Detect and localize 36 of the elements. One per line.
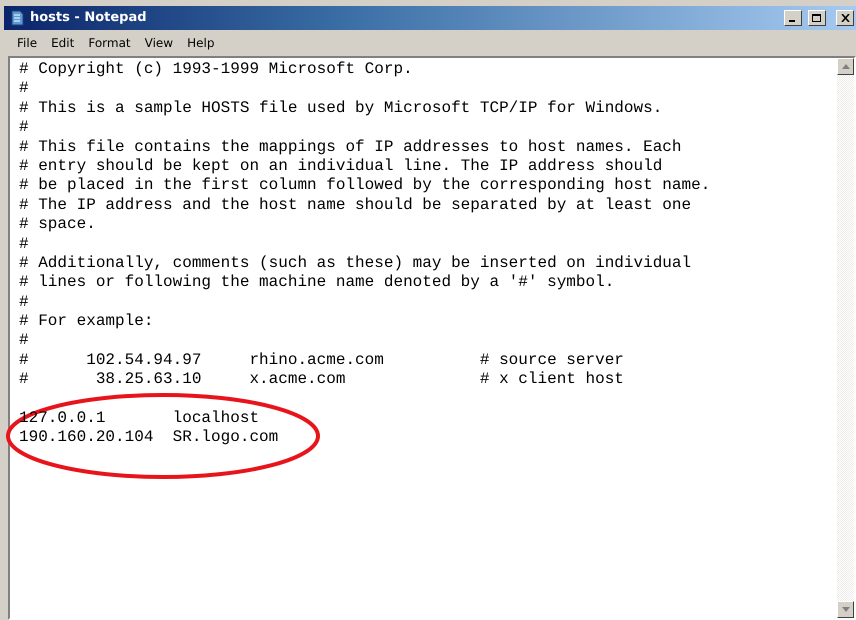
text-line: # This is a sample HOSTS file used by Microsoft TCP/IP for Windows.	[19, 98, 662, 117]
text-line: # For example:	[19, 312, 154, 330]
window-title: hosts - Notepad	[30, 9, 147, 28]
text-line: 190.160.20.104 SR.logo.com	[19, 428, 278, 446]
notepad-icon	[10, 10, 24, 26]
text-area[interactable]	[8, 56, 856, 620]
text-line: # entry should be kept on an individual line. The IP address should	[19, 156, 662, 175]
text-line: # 38.25.63.10 x.acme.com # x client host	[19, 370, 624, 388]
text-line: # The IP address and the host name should be separated by at least one	[19, 196, 692, 214]
menu-item[interactable]: Edit	[44, 32, 82, 54]
down-arrow-icon	[842, 607, 850, 612]
scroll-up-button[interactable]	[837, 58, 854, 75]
text-line: #	[19, 234, 29, 253]
text-line: # space.	[19, 215, 96, 234]
menu-item[interactable]: View	[138, 32, 180, 54]
scroll-down-button[interactable]	[837, 601, 854, 618]
text-line: # This file contains the mappings of IP addresses to host names. Each	[19, 138, 682, 156]
text-line: # lines or following the machine name denoted by a '#' symbol.	[19, 273, 614, 292]
menu-item[interactable]: File	[10, 32, 44, 54]
text-line: #	[19, 331, 29, 350]
text-line: # Copyright (c) 1993-1999 Microsoft Corp.	[19, 60, 413, 78]
text-line: #	[19, 292, 29, 311]
menu-item[interactable]: Help	[180, 32, 222, 54]
vertical-scrollbar[interactable]	[837, 58, 854, 618]
text-line: # 102.54.94.97 rhino.acme.com # source server	[19, 350, 624, 369]
menu-item[interactable]: Format	[81, 32, 138, 54]
close-button[interactable]	[836, 10, 854, 26]
up-arrow-icon	[842, 64, 850, 69]
maximize-button[interactable]	[808, 10, 826, 26]
close-icon	[840, 14, 850, 22]
text-line: # be placed in the first column followed by the corresponding host name.	[19, 176, 710, 194]
text-line: # Additionally, comments (such as these) may be inserted on individual	[19, 254, 692, 272]
text-line: #	[19, 79, 29, 98]
maximize-icon	[812, 14, 822, 22]
text-line: #	[19, 118, 29, 136]
minimize-button[interactable]	[784, 10, 802, 26]
